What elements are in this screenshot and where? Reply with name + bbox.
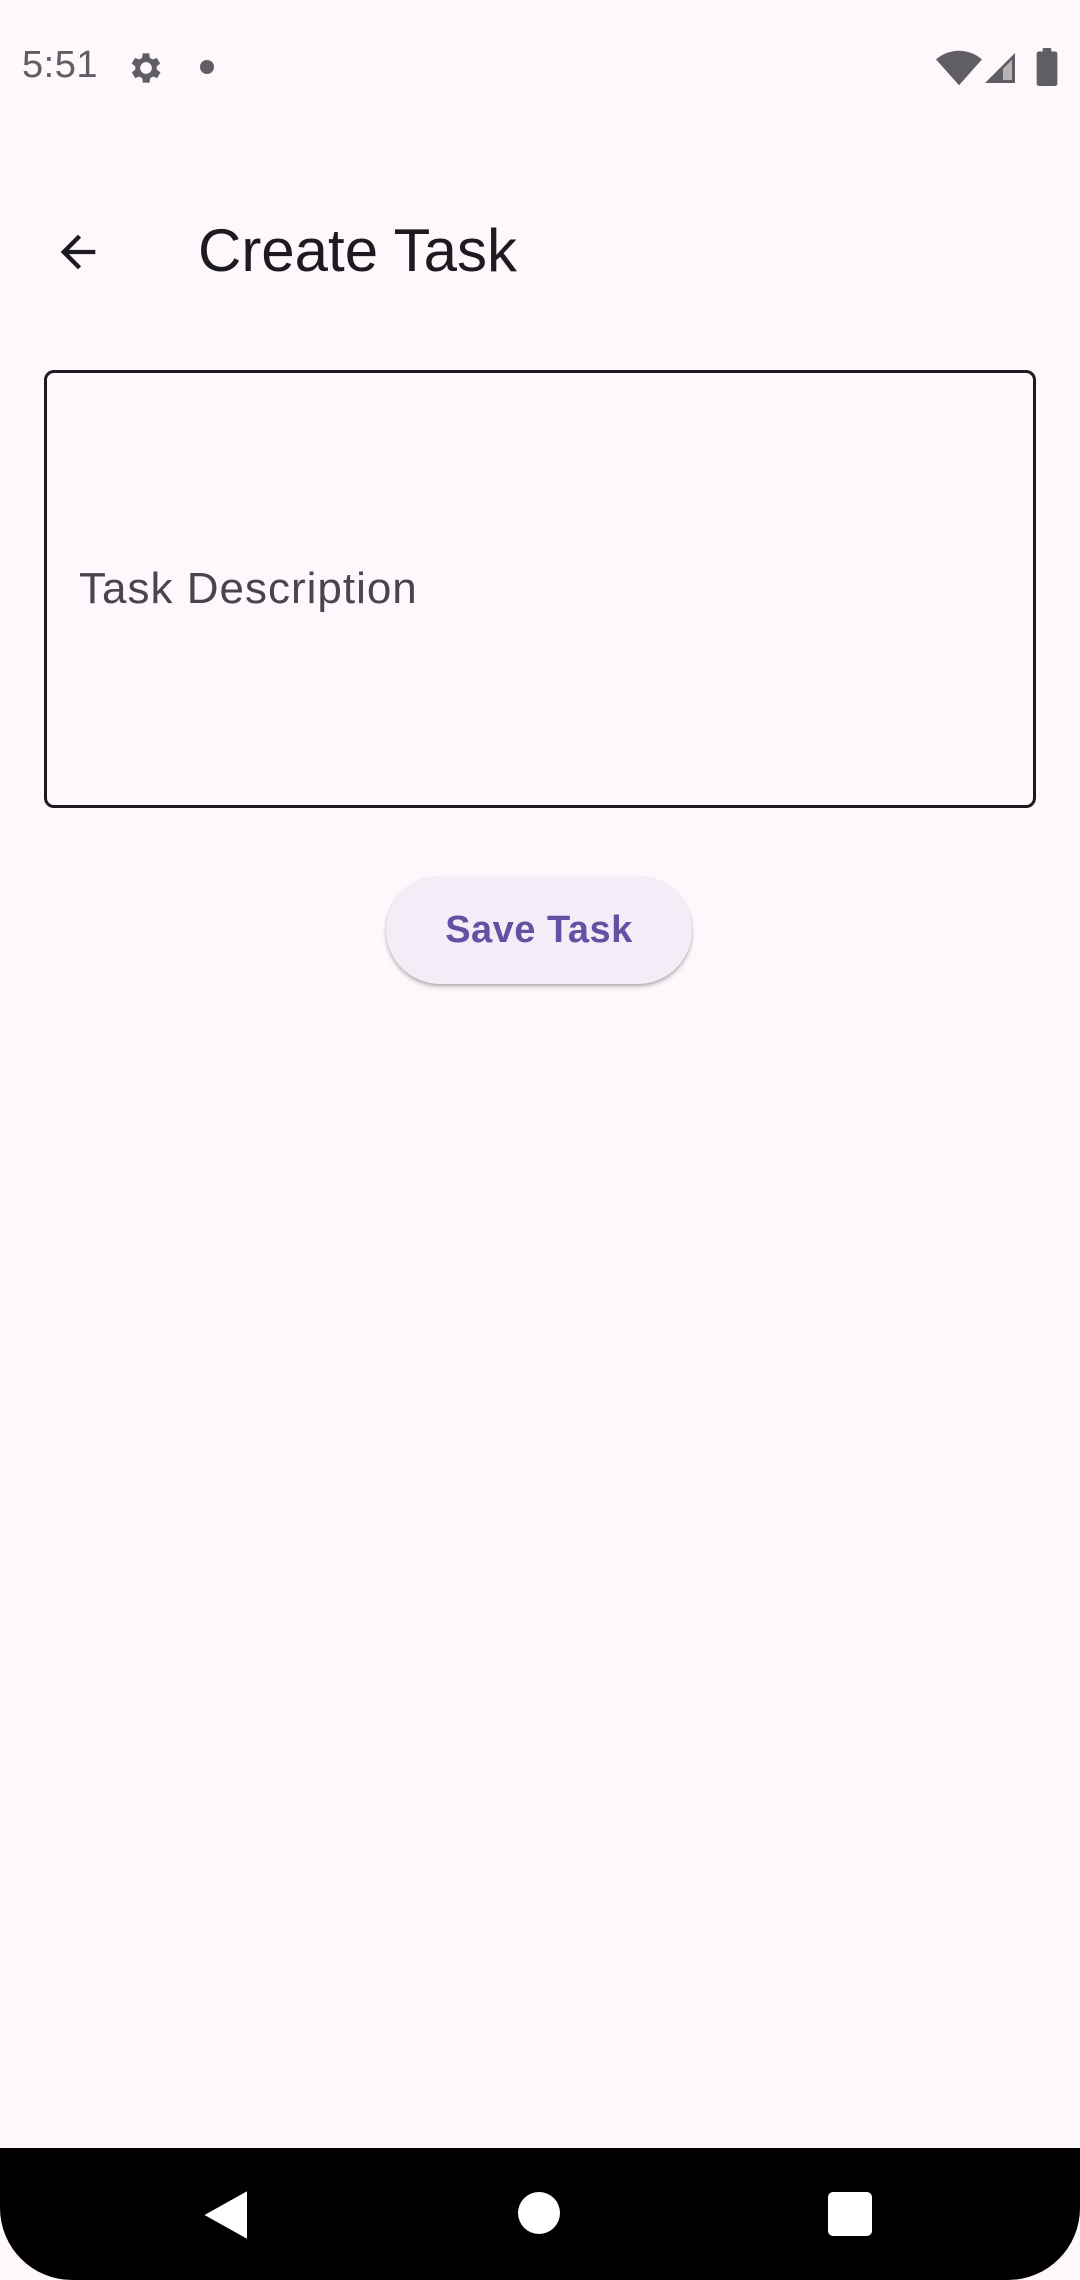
back-button[interactable] [38,212,118,292]
status-bar: 5:51 [0,0,1080,134]
cell-signal-icon [985,53,1015,83]
nav-recents-icon[interactable] [828,2192,872,2236]
top-app-bar: Create Task [0,180,1080,310]
notification-dot-icon [200,60,214,74]
task-description-input[interactable] [47,373,1033,805]
nav-home-icon[interactable] [518,2192,560,2234]
create-task-screen: 5:51 Create Task Task Description Save T… [0,0,1080,2280]
system-navigation-bar [0,2148,1080,2280]
gear-icon [131,53,161,83]
wifi-icon [936,50,982,86]
status-time: 5:51 [22,44,98,86]
battery-icon [1036,48,1058,86]
task-description-field[interactable]: Task Description [44,370,1036,808]
nav-back-icon[interactable] [202,2190,252,2240]
save-task-button[interactable]: Save Task [386,876,692,984]
arrow-left-icon [60,234,96,270]
page-title: Create Task [198,217,518,284]
